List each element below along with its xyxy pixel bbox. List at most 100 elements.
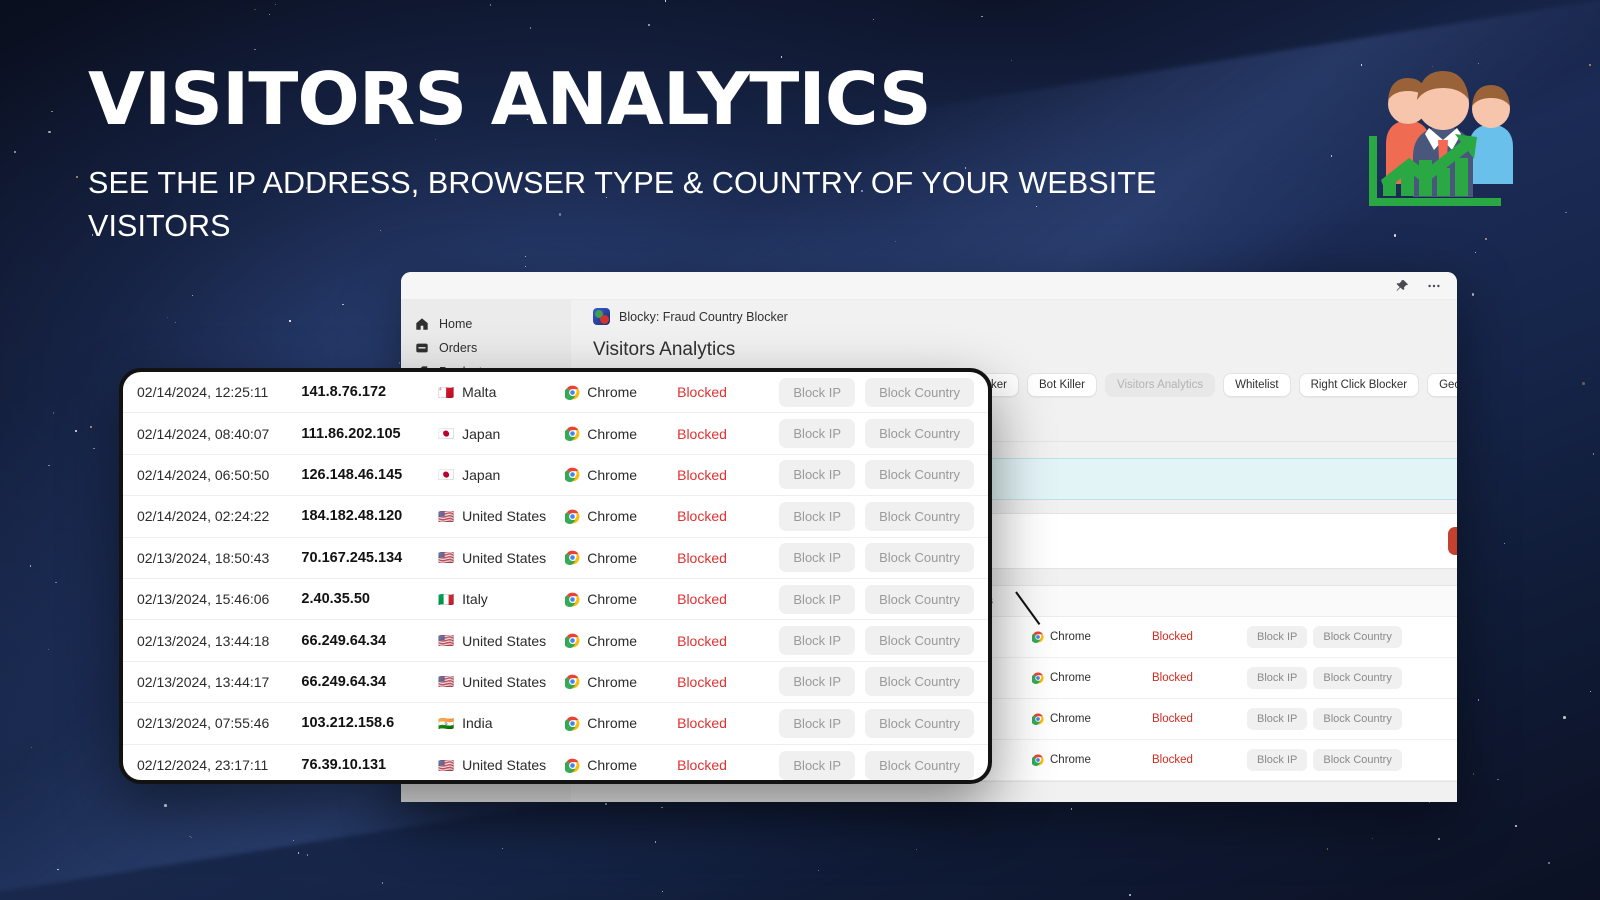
background-cell-browser: Chrome [1032,631,1152,643]
chrome-icon [565,716,580,731]
cell-ip-address: 66.249.64.34 [301,632,387,649]
table-row: 02/13/2024, 18:50:43 70.167.245.134 🇺🇸 Unit… [123,538,988,579]
block-country-button[interactable]: Block Country [1313,708,1402,730]
block-country-button[interactable]: Block Country [1313,667,1402,689]
cell-browser: Chrome [565,674,677,690]
block-country-button[interactable]: Block Country [865,419,974,449]
country-flag-icon: 🇺🇸 [438,757,455,773]
table-row: 02/14/2024, 08:40:07 111.86.202.105 🇯🇵 Japa… [123,413,988,455]
chrome-icon [565,509,580,524]
block-ip-button[interactable]: Block IP [779,419,856,449]
block-ip-button[interactable]: Block IP [779,667,856,697]
country-label: United States [462,632,547,649]
block-country-button[interactable]: Block Country [865,708,974,738]
cell-country: 🇯🇵 Japan [438,426,565,442]
country-flag-icon: 🇯🇵 [438,467,455,483]
block-country-button[interactable]: Block Country [865,584,974,614]
deactivate-button[interactable]: Deactivate [1447,527,1457,555]
cell-actions: Block IP Block Country [779,377,974,407]
cell-status: Blocked [677,673,727,690]
chrome-icon [565,468,580,483]
tab-whitelist[interactable]: Whitelist [1223,373,1291,397]
cell-ip-address: 141.8.76.172 [301,384,387,401]
background-cell-status: Blocked [1152,631,1193,643]
cell-datetime: 02/13/2024, 15:46:06 [137,591,270,608]
tab-geolocation-redirector[interactable]: Geolocation Redirector [1427,373,1457,397]
visitors-people-illustration [1341,52,1556,217]
background-cell-actions: Block IP Block Country [1247,667,1402,689]
chrome-icon [565,592,580,607]
cell-status: Blocked [677,591,727,608]
background-cell-actions: Block IP Block Country [1247,749,1402,771]
browser-label: Chrome [587,384,638,401]
cell-actions: Block IP Block Country [779,543,974,573]
visitors-analytics-zoom-overlay: 02/14/2024, 12:25:11 141.8.76.172 🇲🇹 Malta C… [119,368,992,784]
cell-datetime: 02/13/2024, 13:44:17 [137,673,270,690]
block-ip-button[interactable]: Block IP [779,460,856,490]
country-flag-icon: 🇺🇸 [438,674,455,690]
block-country-button[interactable]: Block Country [865,750,974,780]
country-label: India [462,715,493,732]
cell-ip-address: 111.86.202.105 [301,425,401,442]
cell-browser: Chrome [565,633,677,649]
block-ip-button[interactable]: Block IP [779,626,856,656]
table-row: 02/12/2024, 23:17:11 76.39.10.131 🇺🇸 United… [123,745,988,780]
table-row: 02/13/2024, 13:44:18 66.249.64.34 🇺🇸 United… [123,620,988,662]
country-label: Malta [462,384,497,401]
table-row: 02/14/2024, 06:50:50 126.148.46.145 🇯🇵 Japa… [123,455,988,497]
chrome-icon [1032,672,1044,684]
block-country-button[interactable]: Block Country [1313,626,1402,648]
block-ip-button[interactable]: Block IP [1247,667,1308,689]
block-country-button[interactable]: Block Country [865,501,974,531]
block-country-button[interactable]: Block Country [865,460,974,490]
browser-label: Chrome [587,466,638,483]
block-ip-button[interactable]: Block IP [779,543,856,573]
tab-bot-killer[interactable]: Bot Killer [1027,373,1098,397]
table-row: 02/14/2024, 02:24:22 184.182.48.120 🇺🇸 Unit… [123,496,988,538]
cell-datetime: 02/13/2024, 07:55:46 [137,715,270,732]
country-flag-icon: 🇺🇸 [438,550,455,566]
block-ip-button[interactable]: Block IP [779,584,856,614]
block-ip-button[interactable]: Block IP [1247,749,1308,771]
cell-actions: Block IP Block Country [779,460,974,490]
block-ip-button[interactable]: Block IP [779,501,856,531]
country-flag-icon: 🇺🇸 [438,508,455,524]
block-country-button[interactable]: Block Country [865,377,974,407]
chrome-icon [565,550,580,566]
chrome-icon [1032,754,1044,766]
ellipsis-icon[interactable] [1425,277,1443,295]
browser-label: Chrome [1050,754,1091,766]
tab-right-click-blocker[interactable]: Right Click Blocker [1298,373,1420,397]
blocky-app-logo-icon [593,308,610,325]
cell-actions: Block IP Block Country [779,750,974,780]
block-country-button[interactable]: Block Country [1313,749,1402,771]
cell-ip-address: 76.39.10.131 [301,757,387,774]
cell-browser: Chrome [565,384,677,400]
cell-ip-address: 66.249.64.34 [301,673,387,690]
home-icon [416,318,428,330]
sidebar-item-home[interactable]: Home [401,312,571,336]
cell-datetime: 02/14/2024, 08:40:07 [137,425,270,442]
country-flag-icon: 🇮🇳 [438,715,455,731]
tab-visitors-analytics[interactable]: Visitors Analytics [1105,373,1216,397]
block-ip-button[interactable]: Block IP [779,708,856,738]
pin-icon[interactable] [1393,277,1411,295]
sidebar-item-orders[interactable]: Orders [401,336,571,360]
block-ip-button[interactable]: Block IP [779,377,856,407]
background-cell-browser: Chrome [1032,754,1152,766]
block-country-button[interactable]: Block Country [865,626,974,656]
cell-status: Blocked [677,508,727,525]
cell-datetime: 02/14/2024, 06:50:50 [137,466,270,483]
block-ip-button[interactable]: Block IP [1247,626,1308,648]
browser-label: Chrome [587,673,638,690]
cell-country: 🇺🇸 United States [438,550,565,566]
chrome-icon [1032,713,1044,725]
chrome-icon [565,633,580,648]
block-ip-button[interactable]: Block IP [1247,708,1308,730]
sidebar-item-label: Home [439,317,473,331]
block-country-button[interactable]: Block Country [865,543,974,573]
cell-datetime: 02/14/2024, 12:25:11 [137,384,269,401]
country-label: Japan [462,466,501,483]
block-country-button[interactable]: Block Country [865,667,974,697]
block-ip-button[interactable]: Block IP [779,750,856,780]
